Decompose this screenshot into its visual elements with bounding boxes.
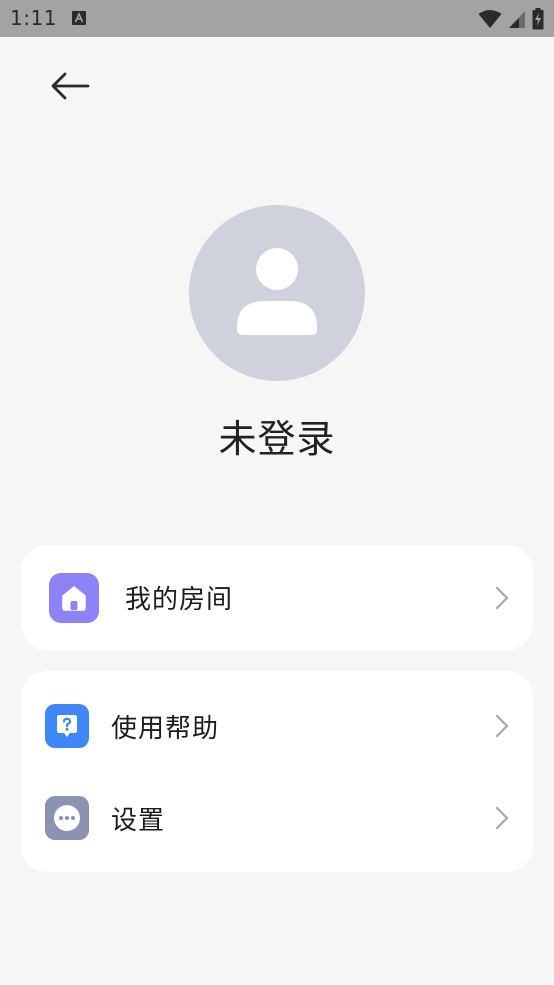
my-rooms-label: 我的房间 (125, 585, 234, 615)
status-bar: 1:11 (0, 0, 554, 37)
avatar[interactable] (189, 205, 365, 381)
settings-label: 设置 (111, 805, 166, 836)
status-icons (478, 8, 544, 30)
chevron-right-icon (495, 714, 509, 738)
help-item[interactable]: 使用帮助 (21, 679, 533, 773)
battery-charging-icon (532, 8, 544, 30)
settings-item[interactable]: 设置 (21, 771, 533, 865)
rooms-card: 我的房间 (21, 545, 533, 650)
notification-a-icon (72, 11, 86, 25)
arrow-left-icon (51, 72, 90, 100)
person-icon (237, 248, 317, 335)
help-chat-icon (45, 704, 89, 748)
more-dots-icon (45, 796, 89, 840)
username-label[interactable]: 未登录 (0, 408, 554, 463)
home-icon (49, 572, 99, 623)
chevron-right-icon (495, 806, 509, 830)
settings-card: 使用帮助 设置 (21, 671, 533, 872)
signal-icon (509, 11, 525, 28)
status-time: 1:11 (10, 6, 57, 30)
help-label: 使用帮助 (111, 713, 220, 744)
back-button[interactable] (44, 62, 96, 110)
my-rooms-item[interactable]: 我的房间 (21, 545, 533, 650)
chevron-right-icon (495, 586, 509, 609)
wifi-icon (478, 10, 502, 28)
